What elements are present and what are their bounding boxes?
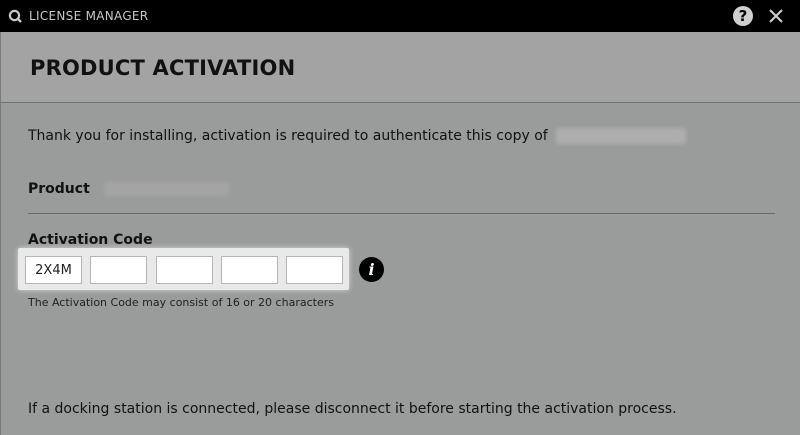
info-icon: i [368,260,375,279]
intro-message: Thank you for installing, activation is … [28,128,548,144]
activation-code-field-5[interactable] [286,256,343,284]
title-bar: LICENSE MANAGER ? [0,0,800,32]
redacted-product-name [556,128,687,144]
activation-code-field-2[interactable] [90,256,147,284]
info-button[interactable]: i [359,257,384,282]
close-icon [769,9,783,23]
page-header: PRODUCT ACTIVATION [0,32,800,103]
redacted-product-value [104,182,229,196]
activation-code-hint: The Activation Code may consist of 16 or… [28,296,334,309]
activation-code-field-1[interactable] [25,256,82,284]
docking-station-note: If a docking station is connected, pleas… [28,401,677,417]
activation-code-field-3[interactable] [156,256,213,284]
product-label: Product [28,181,90,197]
q-logo-icon [8,9,22,23]
activation-code-label: Activation Code [28,232,153,248]
divider [28,213,775,214]
activation-code-field-4[interactable] [221,256,278,284]
window-border [0,32,1,435]
window-title: LICENSE MANAGER [29,9,149,23]
page-title: PRODUCT ACTIVATION [30,56,296,80]
help-button[interactable]: ? [733,6,753,26]
close-button[interactable] [766,6,786,26]
intro-text: Thank you for installing, activation is … [28,128,687,144]
question-icon: ? [738,7,748,25]
